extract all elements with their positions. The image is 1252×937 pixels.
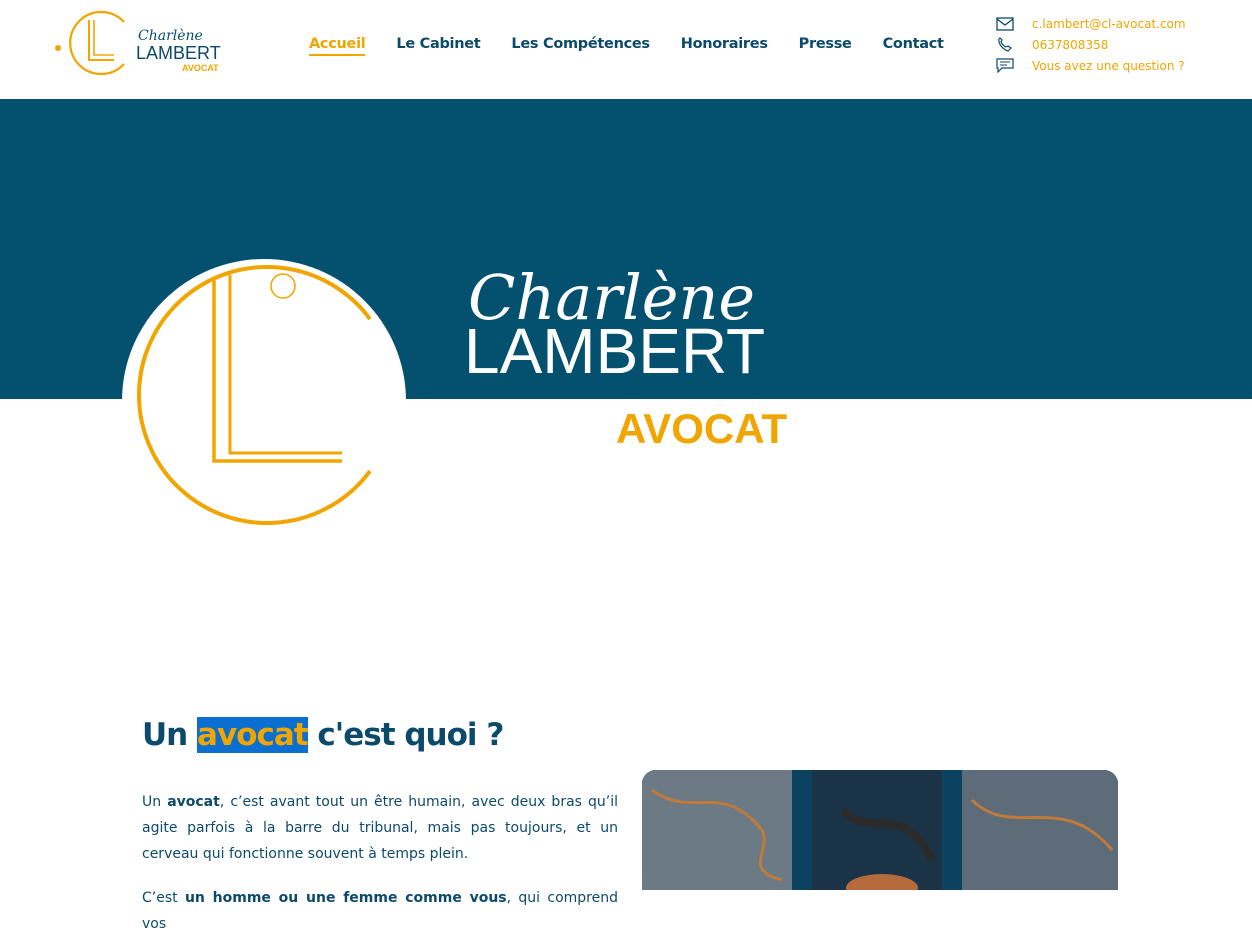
contact-question-link[interactable]: Vous avez une question ? (1032, 59, 1185, 73)
nav-item-honoraires[interactable]: Honoraires (681, 36, 768, 56)
lawyer-photo (642, 770, 1118, 890)
logo-script: Charlène (138, 28, 203, 44)
logo-sub: AVOCAT (182, 63, 219, 73)
hero-logo: Charlène LAMBERT AVOCAT (122, 259, 787, 538)
p1-text-a: Un (142, 794, 168, 810)
nav-item-le-cabinet[interactable]: Le Cabinet (396, 36, 480, 56)
nav-item-accueil[interactable]: Accueil (309, 36, 366, 56)
hero-name: LAMBERT (464, 315, 765, 387)
site-logo[interactable]: Charlène LAMBERT AVOCAT (52, 8, 232, 78)
hero-sub: AVOCAT (616, 405, 787, 452)
phone-icon (996, 36, 1032, 53)
p1-bold: avocat (167, 794, 220, 810)
contact-phone[interactable]: 0637808358 (1032, 38, 1108, 52)
site-header: Charlène LAMBERT AVOCAT Accueil Le Cabin… (0, 0, 1252, 100)
heading-pre: Un (142, 717, 188, 753)
mail-icon (996, 16, 1032, 31)
logo-name: LAMBERT (136, 43, 221, 63)
intro-paragraph-2: C’est un homme ou une femme comme vous, … (142, 885, 618, 937)
heading-highlight: avocat (197, 717, 309, 753)
contact-email[interactable]: c.lambert@cl-avocat.com (1032, 17, 1186, 31)
nav-item-presse[interactable]: Presse (799, 36, 852, 56)
intro-paragraph-1: Un avocat, c’est avant tout un être huma… (142, 789, 618, 867)
chat-icon (996, 58, 1032, 73)
contact-phone-row[interactable]: 0637808358 (996, 34, 1186, 55)
contact-question-row[interactable]: Vous avez une question ? (996, 55, 1186, 76)
section-heading: Un avocat c'est quoi ? (142, 717, 504, 753)
heading-post: c'est quoi ? (317, 717, 504, 753)
p2-bold: un homme ou une femme comme vous (184, 890, 507, 906)
contact-email-row[interactable]: c.lambert@cl-avocat.com (996, 13, 1186, 34)
nav-item-les-competences[interactable]: Les Compétences (511, 36, 650, 56)
p2-text-a: C’est (142, 890, 185, 906)
header-contact: c.lambert@cl-avocat.com 0637808358 Vous … (996, 13, 1186, 76)
nav-item-contact[interactable]: Contact (883, 36, 944, 56)
main-nav: Accueil Le Cabinet Les Compétences Honor… (309, 36, 944, 56)
